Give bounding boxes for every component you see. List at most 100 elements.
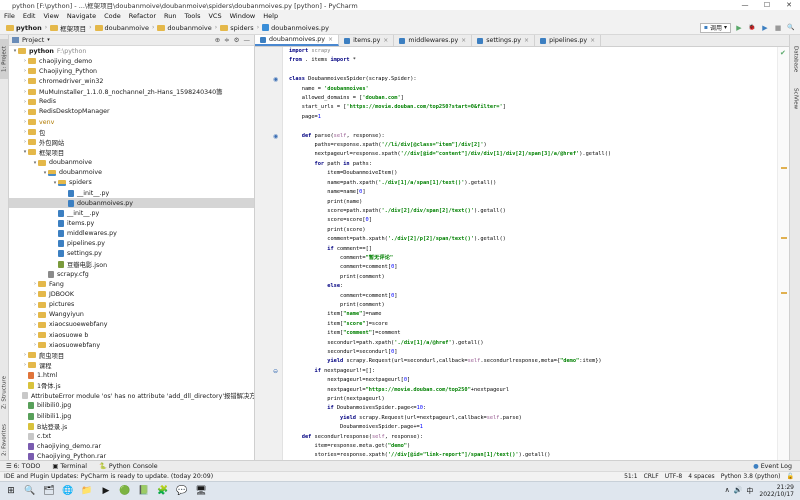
close-icon[interactable]: × (461, 37, 466, 44)
tree-item[interactable]: › chaojiying_demo (9, 56, 254, 66)
tree-item[interactable]: › xiaocsuoewebfany (9, 320, 254, 330)
editor-tab[interactable]: pipelines.py × (535, 35, 602, 46)
tree-item[interactable]: c.txt (9, 431, 254, 441)
tree-item[interactable]: pipelines.py (9, 239, 254, 249)
tree-item[interactable]: chaojiying_demo.rar (9, 441, 254, 451)
code-editor[interactable]: import scrapy from . items import * class … (283, 47, 777, 460)
tree-item[interactable]: 1.html (9, 371, 254, 381)
add-icon[interactable]: ⊕ (215, 36, 220, 44)
menu-item-tools[interactable]: Tools (180, 12, 204, 20)
tree-item[interactable]: › 包 (9, 127, 254, 137)
taskbar-app-icon[interactable]: ▶ (98, 484, 114, 498)
structure-tool-tab[interactable]: Z: Structure (0, 370, 9, 415)
tree-item[interactable]: __init__.py (9, 188, 254, 198)
tree-item[interactable]: ▾ doubanmoive (9, 168, 254, 178)
tree-item[interactable]: ▾ 框架项目 (9, 147, 254, 157)
menu-item-view[interactable]: View (39, 12, 62, 20)
gear-icon[interactable]: ⚙ (234, 36, 240, 44)
override-icon[interactable]: ◉ (273, 133, 279, 140)
warning-marker[interactable] (781, 167, 787, 169)
tree-item[interactable]: › pictures (9, 300, 254, 310)
run-config-select[interactable]: ▪ 调用 ▾ (699, 22, 731, 33)
taskbar-app-icon[interactable]: 🖥 (193, 484, 209, 498)
tree-item[interactable]: AttributeError module 'os' has no attrib… (9, 391, 254, 401)
tree-item[interactable]: __init__.py (9, 208, 254, 218)
fold-icon[interactable]: ⊖ (273, 369, 279, 375)
database-tool-tab[interactable]: Database (791, 41, 800, 77)
menu-item-file[interactable]: File (0, 12, 19, 20)
close-icon[interactable]: × (328, 36, 333, 43)
tree-item[interactable]: › Redis (9, 97, 254, 107)
chevron-down-icon[interactable]: ▾ (47, 37, 50, 43)
warning-marker[interactable] (781, 237, 787, 239)
minimize-button[interactable]: — (734, 0, 756, 10)
tree-item[interactable]: › chromedriver_win32 (9, 76, 254, 86)
tree-item[interactable]: Chaojiying_Python.rar (9, 452, 254, 460)
menu-item-vcs[interactable]: VCS (204, 12, 225, 20)
coverage-icon[interactable]: ▶ (760, 23, 770, 33)
tree-item[interactable]: › 外包网站 (9, 137, 254, 147)
taskbar-app-icon[interactable]: 🟢 (117, 484, 133, 498)
search-icon[interactable]: 🔍 (786, 23, 796, 33)
breadcrumb-item[interactable]: spiders (218, 24, 256, 32)
close-button[interactable]: ✕ (778, 0, 800, 10)
taskbar-clock[interactable]: 21:29 2022/10/17 (759, 484, 800, 498)
taskbar-app-icon[interactable]: 🔍 (22, 484, 38, 498)
status-message[interactable]: IDE and Plugin Updates: PyCharm is ready… (0, 473, 213, 480)
editor-scrollbar[interactable]: ✔ (777, 47, 789, 460)
tree-item[interactable]: › Chaojiying_Python (9, 66, 254, 76)
stop-icon[interactable]: ■ (773, 23, 783, 33)
tree-item[interactable]: 1骨体.js (9, 381, 254, 391)
bottom-tool-terminal[interactable]: ▣ Terminal (46, 462, 93, 470)
tree-item[interactable]: bilibili1.jpg (9, 411, 254, 421)
taskbar-app-icon[interactable]: 🌐 (60, 484, 76, 498)
maximize-button[interactable]: ☐ (756, 0, 778, 10)
menu-item-refactor[interactable]: Refactor (125, 12, 160, 20)
interpreter-selector[interactable]: Python 3.8 (python) (721, 473, 781, 480)
tree-item[interactable]: ▾ spiders (9, 178, 254, 188)
lock-icon[interactable]: 🔓 (787, 473, 794, 480)
hide-icon[interactable]: — (244, 36, 251, 44)
taskbar-app-icon[interactable]: 🧩 (155, 484, 171, 498)
project-tool-tab[interactable]: 1: Project (0, 39, 9, 79)
tree-item[interactable]: › 爬虫项目 (9, 350, 254, 360)
warning-marker[interactable] (781, 292, 787, 294)
breadcrumb-item[interactable]: python (4, 24, 44, 32)
debug-icon[interactable]: 🐞 (747, 23, 757, 33)
menu-item-edit[interactable]: Edit (19, 12, 40, 20)
tree-item[interactable]: middlewares.py (9, 229, 254, 239)
tree-item[interactable]: › MuMuInstaller_1.1.0.8_nochannel_zh-Hans… (9, 87, 254, 97)
menu-item-help[interactable]: Help (259, 12, 282, 20)
taskbar-app-icon[interactable]: 🗂 (41, 484, 57, 498)
tree-item[interactable]: ▾ python F:\python (9, 46, 254, 56)
taskbar-app-icon[interactable]: ⊞ (3, 484, 19, 498)
tray-icon[interactable]: 🔊 (734, 486, 743, 496)
tray-icon[interactable]: ∧ (725, 486, 730, 496)
tree-item[interactable]: › venv (9, 117, 254, 127)
tree-item[interactable]: › JDBOOK (9, 289, 254, 299)
taskbar-app-icon[interactable]: 📗 (136, 484, 152, 498)
bottom-tool-6-todo[interactable]: ☰ 6: TODO (0, 462, 46, 470)
breadcrumb-item[interactable]: 框架项目 (48, 23, 88, 33)
taskbar-app-icon[interactable]: 📁 (79, 484, 95, 498)
favorites-tool-tab[interactable]: 2: Favorites (0, 420, 9, 460)
tree-item[interactable]: items.py (9, 218, 254, 228)
run-icon[interactable]: ▶ (734, 23, 744, 33)
tree-item[interactable]: › xiaosuowe b (9, 330, 254, 340)
tree-item[interactable]: doubanmoives.py (9, 198, 254, 209)
editor-tab[interactable]: middlewares.py × (394, 35, 473, 46)
sciview-tool-tab[interactable]: SciView (791, 83, 800, 115)
editor-tab[interactable]: settings.py × (472, 35, 536, 46)
menu-item-navigate[interactable]: Navigate (63, 12, 100, 20)
close-icon[interactable]: × (524, 37, 529, 44)
menu-item-run[interactable]: Run (160, 12, 180, 20)
menu-item-code[interactable]: Code (100, 12, 125, 20)
tree-item[interactable]: ▾ doubanmoive (9, 158, 254, 168)
tree-item[interactable]: 豆瓣电影.json (9, 259, 254, 269)
editor-tab[interactable]: doubanmoives.py × (255, 35, 340, 46)
event-log-button[interactable]: ● Event Log (747, 463, 800, 470)
tree-item[interactable]: bilibili0.jpg (9, 401, 254, 411)
bottom-tool-python-console[interactable]: 🐍 Python Console (93, 462, 164, 471)
tree-item[interactable]: › Fang (9, 279, 254, 289)
tree-item[interactable]: › xiaosuowebfany (9, 340, 254, 350)
